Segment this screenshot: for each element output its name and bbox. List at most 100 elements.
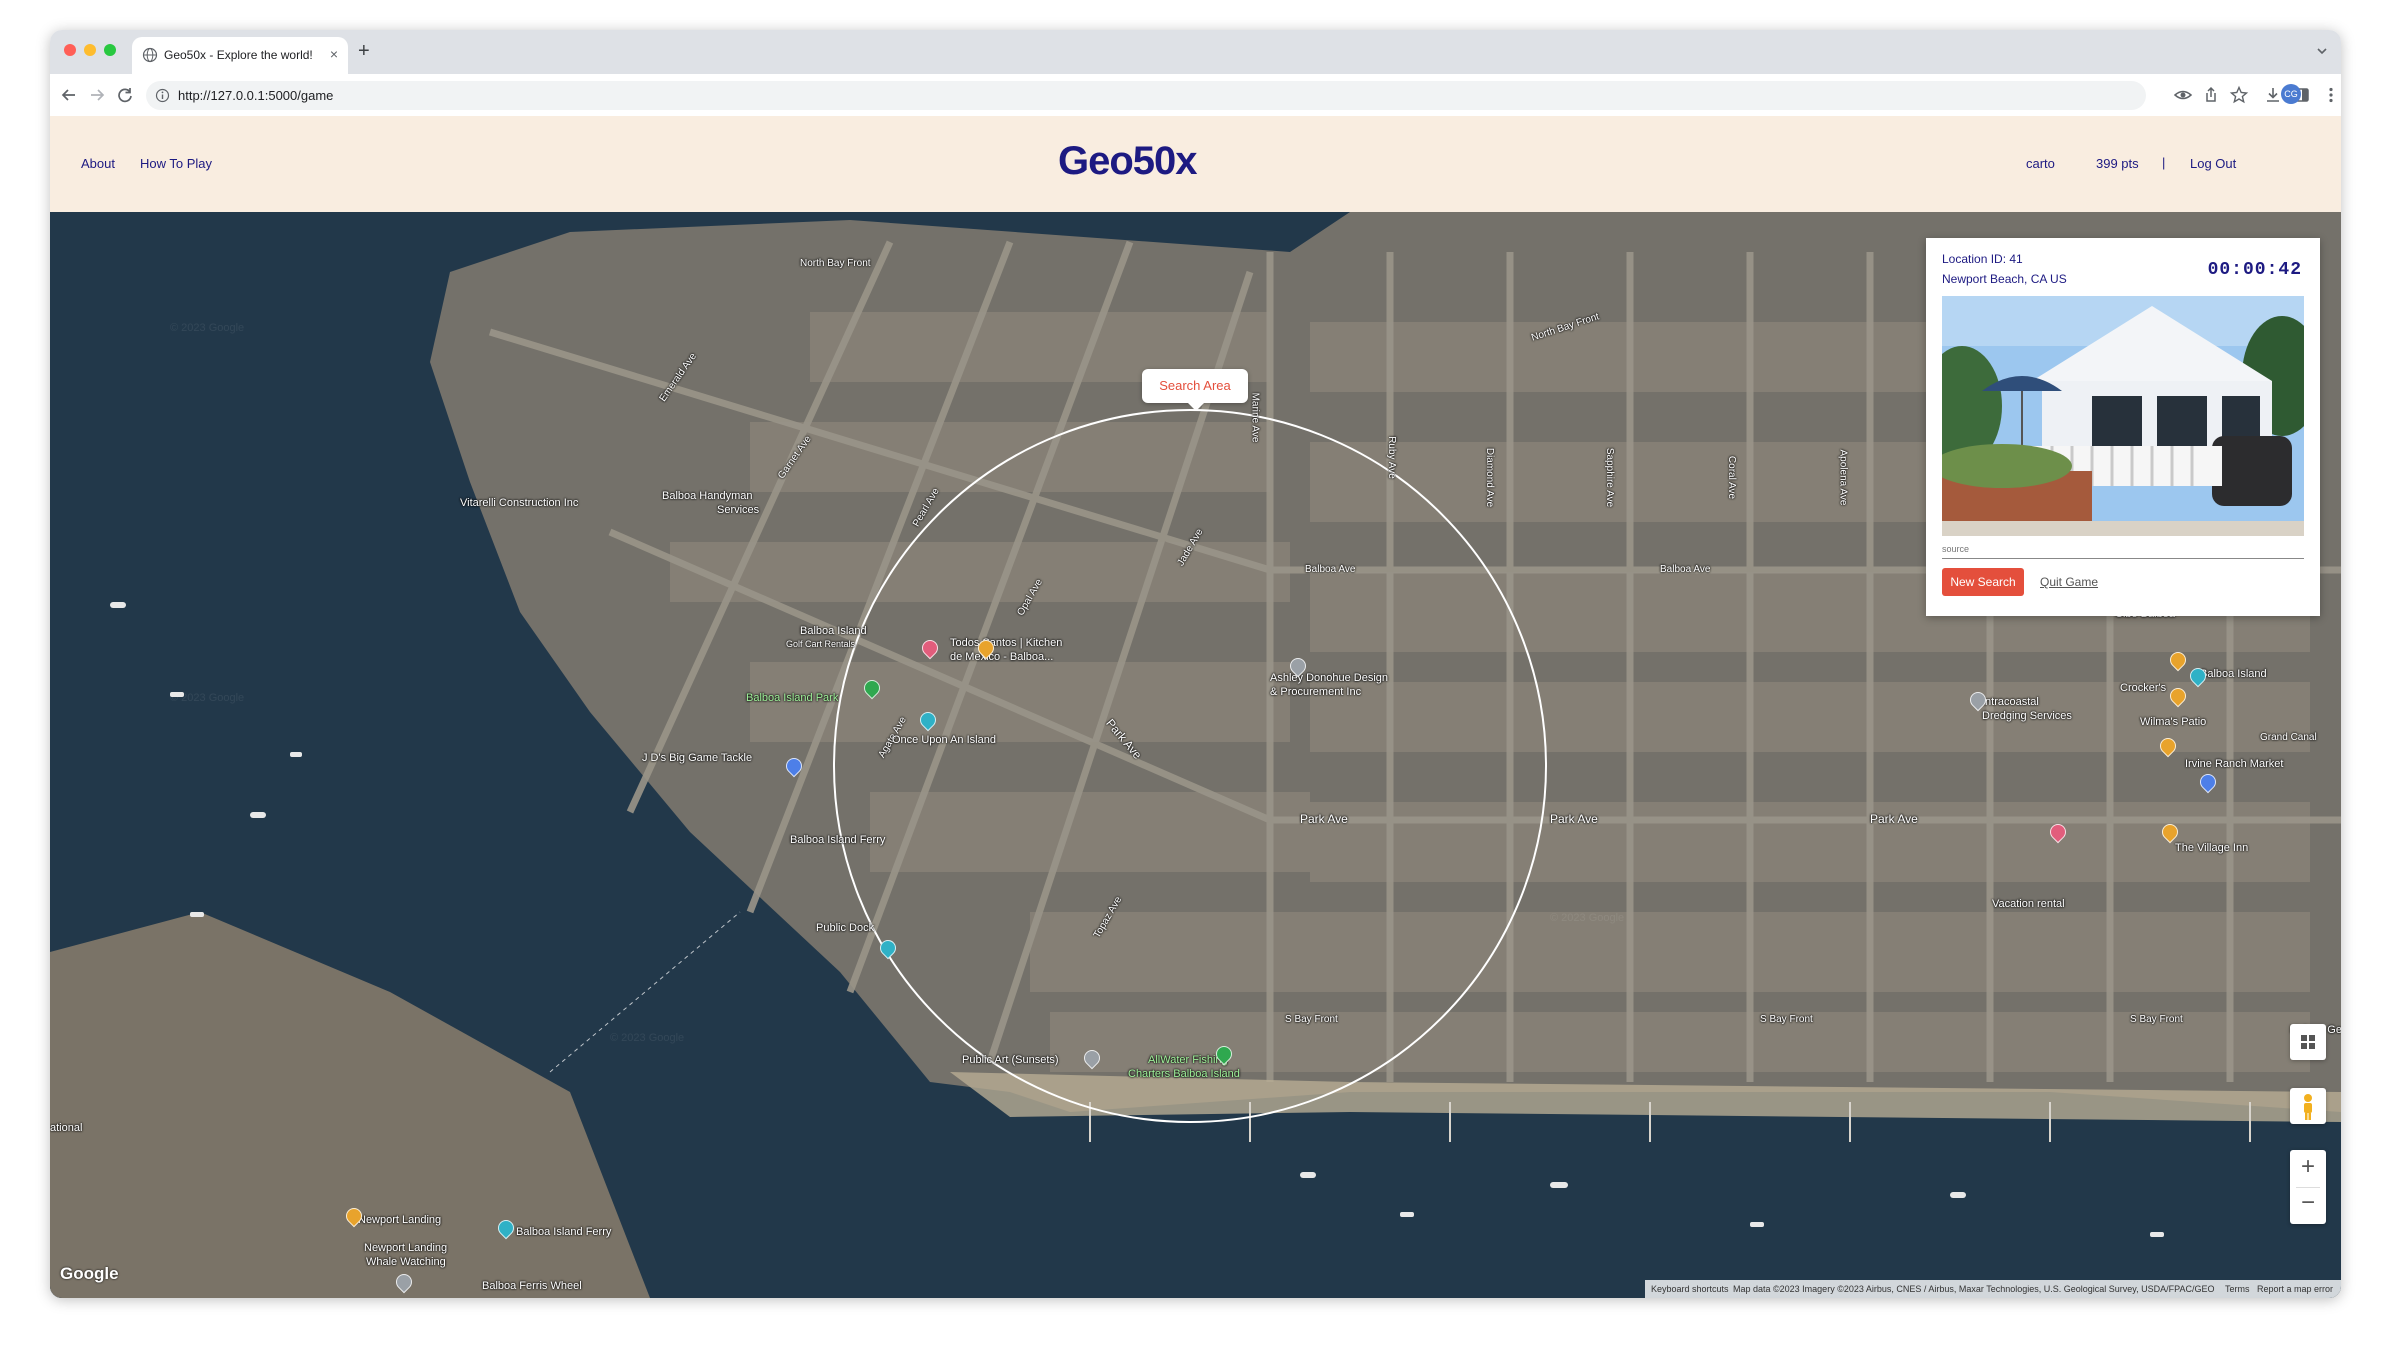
- forward-arrow-icon[interactable]: [86, 84, 108, 106]
- street-label: Park Ave: [1300, 812, 1348, 826]
- place-label[interactable]: Balboa Island Ferry: [516, 1226, 611, 1238]
- search-area-label: Search Area: [1159, 378, 1231, 393]
- nav-how-to-play-link[interactable]: How To Play: [140, 156, 212, 171]
- location-id: Location ID: 41: [1942, 252, 2023, 266]
- chevron-down-icon[interactable]: [2315, 44, 2329, 58]
- browser-tab[interactable]: Geo50x - Explore the world! ×: [132, 37, 348, 74]
- reload-icon[interactable]: [114, 84, 136, 106]
- site-header: About How To Play Geo50x carto 399 pts |…: [50, 116, 2341, 212]
- zoom-out-button[interactable]: −: [2290, 1189, 2326, 1217]
- map-watermark: © 2023 Google: [170, 692, 245, 704]
- place-label[interactable]: Dredging Services: [1982, 710, 2072, 722]
- pegman-icon: [2304, 1094, 2312, 1120]
- minimize-window-button[interactable]: [84, 44, 96, 56]
- street-label: Coral Ave: [1726, 455, 1738, 500]
- place-label[interactable]: J D's Big Game Tackle: [642, 752, 752, 764]
- place-label[interactable]: Crocker's: [2120, 682, 2166, 694]
- maximize-window-button[interactable]: [104, 44, 116, 56]
- street-label: Park Ave: [1870, 812, 1918, 826]
- place-label[interactable]: Ashley Donohue Design: [1270, 672, 1388, 684]
- street-label: Apolena Ave: [1837, 449, 1849, 506]
- game-timer: 00:00:42: [2207, 260, 2302, 280]
- kebab-menu-icon[interactable]: [2320, 84, 2341, 106]
- map-watermark: © 2023 Google: [610, 1032, 685, 1044]
- search-area-tooltip[interactable]: Search Area: [1142, 369, 1248, 411]
- globe-icon: [142, 47, 158, 63]
- info-icon[interactable]: [155, 88, 170, 103]
- place-label[interactable]: Newport Landing: [358, 1214, 441, 1226]
- eye-icon[interactable]: [2172, 84, 2194, 106]
- place-label[interactable]: Public Dock: [816, 922, 874, 934]
- nav-about-link[interactable]: About: [81, 156, 115, 171]
- map-type-button[interactable]: [2290, 1024, 2326, 1060]
- place-label[interactable]: & Procurement Inc: [1270, 686, 1361, 698]
- share-icon[interactable]: [2200, 84, 2222, 106]
- location-place: Newport Beach, CA US: [1942, 272, 2067, 286]
- place-label[interactable]: Charters Balboa Island: [1128, 1068, 1240, 1080]
- place-label[interactable]: ational: [50, 1122, 82, 1134]
- place-label[interactable]: Whale Watching: [366, 1256, 446, 1268]
- map-attribution: Keyboard shortcuts Map data ©2023 Imager…: [1645, 1280, 2341, 1298]
- place-label[interactable]: Newport Landing: [364, 1242, 447, 1254]
- satellite-map[interactable]: © 2023 Google © 2023 Google © 2023 Googl…: [50, 212, 2341, 1298]
- place-label[interactable]: Balboa Island Park: [746, 692, 838, 704]
- close-window-button[interactable]: [64, 44, 76, 56]
- location-photo[interactable]: [1942, 296, 2304, 536]
- zoom-in-button[interactable]: +: [2290, 1153, 2326, 1181]
- new-tab-button[interactable]: +: [358, 40, 370, 63]
- report-map-error-link[interactable]: Report a map error: [2257, 1284, 2333, 1294]
- street-label: Diamond Ave: [1484, 447, 1496, 508]
- place-label[interactable]: Balboa Island: [2200, 668, 2267, 680]
- star-icon[interactable]: [2228, 84, 2250, 106]
- zoom-divider: [2296, 1187, 2320, 1188]
- google-logo: Google: [60, 1264, 119, 1283]
- keyboard-shortcuts-link[interactable]: Keyboard shortcuts: [1651, 1284, 1729, 1294]
- street-label: S Bay Front: [2130, 1014, 2183, 1025]
- place-label[interactable]: The Village Inn: [2175, 842, 2248, 854]
- place-label[interactable]: Services: [717, 504, 759, 516]
- back-arrow-icon[interactable]: [58, 84, 80, 106]
- header-separator: |: [2162, 155, 2166, 170]
- place-label[interactable]: Vacation rental: [1992, 898, 2065, 910]
- location-photo-image: [1942, 296, 2304, 536]
- street-label: S Bay Front: [1760, 1014, 1813, 1025]
- place-label[interactable]: Once Upon An Island: [892, 734, 996, 746]
- street-label: S Bay Front: [1285, 1014, 1338, 1025]
- place-label[interactable]: Balboa Island Ferry: [790, 834, 885, 846]
- place-label[interactable]: Todos Santos | Kitchen: [950, 637, 1062, 649]
- place-label[interactable]: de Mexico - Balboa...: [950, 651, 1053, 663]
- tab-close-icon[interactable]: ×: [330, 46, 338, 62]
- place-label[interactable]: Intracoastal: [1982, 696, 2039, 708]
- card-divider: [1942, 558, 2304, 559]
- place-label[interactable]: Public Art (Sunsets): [962, 1054, 1059, 1066]
- tab-title: Geo50x - Explore the world!: [164, 48, 313, 62]
- zoom-control: + −: [2290, 1150, 2326, 1224]
- photo-source-label[interactable]: source: [1942, 544, 1969, 554]
- layers-icon: [2301, 1035, 2315, 1049]
- street-label: Marine Ave: [1249, 392, 1261, 443]
- place-label[interactable]: Balboa Ferris Wheel: [482, 1280, 582, 1292]
- street-view-button[interactable]: [2290, 1088, 2326, 1124]
- place-label[interactable]: Balboa Handyman: [662, 490, 753, 502]
- map-watermark: © 2023 Google: [170, 322, 245, 334]
- place-label[interactable]: Irvine Ranch Market: [2185, 758, 2283, 770]
- quit-game-link[interactable]: Quit Game: [2040, 575, 2098, 589]
- place-label[interactable]: Balboa Island: [800, 625, 867, 637]
- street-label: Balboa Ave: [1305, 564, 1356, 575]
- location-info-card: Location ID: 41 Newport Beach, CA US 00:…: [1926, 238, 2320, 616]
- place-label[interactable]: Golf Cart Rentals: [786, 639, 855, 649]
- username: carto: [2026, 156, 2055, 171]
- tab-strip: Geo50x - Explore the world! × +: [50, 30, 2341, 74]
- new-search-button[interactable]: New Search: [1942, 568, 2024, 596]
- terms-link[interactable]: Terms: [2225, 1284, 2250, 1294]
- site-logo[interactable]: Geo50x: [1058, 139, 1198, 184]
- address-bar[interactable]: http://127.0.0.1:5000/game: [146, 81, 2146, 110]
- place-label[interactable]: Vitarelli Construction Inc: [460, 497, 578, 509]
- place-label[interactable]: Wilma's Patio: [2140, 716, 2206, 728]
- url-text: http://127.0.0.1:5000/game: [178, 88, 334, 103]
- profile-avatar[interactable]: CG: [2281, 84, 2301, 104]
- street-label: North Bay Front: [800, 258, 871, 269]
- user-points: 399 pts: [2096, 156, 2139, 171]
- logout-link[interactable]: Log Out: [2190, 156, 2236, 171]
- street-label: Sapphire Ave: [1604, 447, 1616, 508]
